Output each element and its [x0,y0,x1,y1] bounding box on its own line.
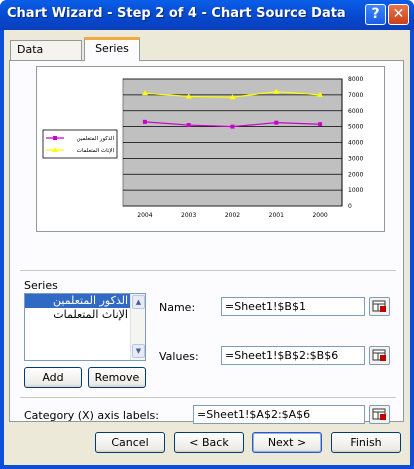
divider [20,397,396,398]
title-bar[interactable]: Chart Wizard - Step 2 of 4 - Chart Sourc… [0,0,414,30]
y-tick-label: 6000 [348,108,363,115]
y-tick-label: 5000 [348,124,363,131]
help-button[interactable]: ? [365,4,386,25]
chart-preview: 0 1000 2000 3000 4000 5000 6000 7000 8000 2004 200… [36,66,385,232]
range-select-icon [372,349,386,361]
y-tick-label: 2000 [348,171,363,178]
next-button[interactable]: Next > [252,432,322,453]
x-tick-label: 2004 [137,212,152,219]
series-list-item[interactable]: الإناث المتعلمات [25,308,130,322]
chart-wizard-window: Chart Wizard - Step 2 of 4 - Chart Sourc… [0,0,414,469]
name-collapse-button[interactable] [369,297,390,316]
y-tick-label: 0 [348,203,352,210]
cancel-label: Cancel [111,436,149,449]
category-label: Category (X) axis labels: [24,409,159,422]
finish-button[interactable]: Finish [331,432,401,453]
y-tick-label: 4000 [348,140,363,147]
y-tick-label: 1000 [348,187,363,194]
add-label: Add [42,371,64,384]
series-point [318,122,323,127]
x-tick-label: 2001 [269,212,284,219]
next-label: Next > [267,436,307,449]
values-input[interactable]: =Sheet1!$B$2:$B$6 [221,346,365,365]
scroll-up-icon[interactable]: ▲ [132,295,145,309]
dialog-body: Data Range Series 0 1000 2000 3000 4000 5000 6… [4,30,410,465]
x-tick-label: 2002 [225,212,240,219]
range-select-icon [372,300,386,312]
back-label: < Back [189,436,229,449]
divider [20,270,396,271]
remove-label: Remove [94,371,140,384]
window-title: Chart Wizard - Step 2 of 4 - Chart Sourc… [7,6,346,21]
series-tab-panel: 0 1000 2000 3000 4000 5000 6000 7000 8000 2004 200… [9,60,404,424]
tab-series[interactable]: Series [84,37,140,61]
series-listbox[interactable]: الذكور المتعلمين الإناث المتعلمات ▲ ▼ [24,293,146,361]
finish-label: Finish [350,436,382,449]
y-tick-label: 3000 [348,155,363,162]
category-collapse-button[interactable] [369,405,390,424]
back-button[interactable]: < Back [174,432,244,453]
series-point [274,120,279,125]
remove-series-button[interactable]: Remove [88,367,146,388]
category-input[interactable]: =Sheet1!$A$2:$A$6 [193,405,365,424]
series-point [230,124,235,129]
name-label: Name: [159,301,196,314]
name-input[interactable]: =Sheet1!$B$1 [221,297,365,316]
tab-data-range[interactable]: Data Range [10,40,82,74]
series-list-item[interactable]: الذكور المتعلمين [25,294,130,308]
x-tick-label: 2003 [181,212,196,219]
scroll-down-icon[interactable]: ▼ [132,344,145,358]
close-button[interactable]: ✕ [388,4,409,25]
legend-label: الذكور المتعلمين [77,135,115,142]
y-tick-label: 8000 [348,76,363,83]
range-select-icon [372,408,386,420]
values-label: Values: [159,350,199,363]
add-series-button[interactable]: Add [24,367,82,388]
chart-svg: 0 1000 2000 3000 4000 5000 6000 7000 8000 2004 200… [42,76,363,219]
values-collapse-button[interactable] [369,346,390,365]
legend-label: الإناث المتعلمات [77,148,115,154]
series-point [186,123,191,128]
y-tick-label: 7000 [348,92,363,99]
x-tick-label: 2000 [312,212,327,219]
legend-marker [53,136,57,140]
cancel-button[interactable]: Cancel [95,432,165,453]
series-point [142,119,147,124]
series-section-label: Series [24,279,58,292]
series-list-scrollbar[interactable]: ▲ ▼ [130,294,145,360]
